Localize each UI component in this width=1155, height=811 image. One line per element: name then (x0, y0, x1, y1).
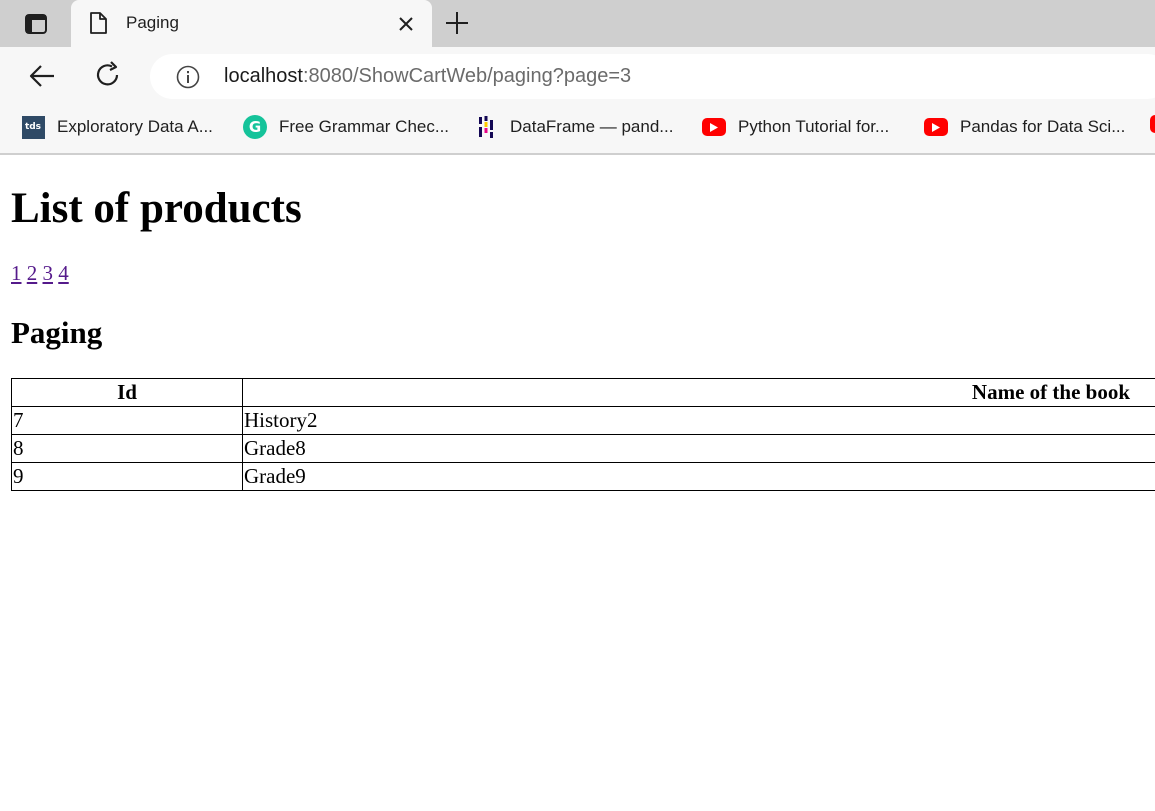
bookmark-python-tutorial[interactable]: Python Tutorial for... (702, 114, 889, 140)
cell-id: 7 (11, 406, 243, 435)
url-path: :8080/ShowCartWeb/paging?page=3 (302, 65, 632, 87)
bookmark-dataframe[interactable]: DataFrame — pand... (474, 114, 673, 140)
page-link-2[interactable]: 2 (27, 261, 38, 285)
back-arrow-icon[interactable] (28, 63, 56, 89)
cell-name: Grade8 (242, 434, 1155, 463)
tab-title: Paging (126, 13, 179, 32)
url-host: localhost (224, 65, 303, 87)
cell-id: 9 (11, 462, 243, 491)
close-icon[interactable] (396, 14, 416, 34)
page-icon (89, 12, 107, 34)
bookmark-label: Free Grammar Chec... (279, 117, 450, 136)
table-header-row: Id Name of the book (11, 378, 1155, 407)
youtube-icon (924, 115, 948, 139)
table-row: 8 Grade8 (11, 434, 1155, 463)
page-title: List of products (11, 185, 302, 232)
bookmark-exploratory-data[interactable]: tds Exploratory Data A... (21, 114, 213, 140)
page-link-1[interactable]: 1 (11, 261, 22, 285)
page-link-3[interactable]: 3 (43, 261, 54, 285)
cell-name: Grade9 (242, 462, 1155, 491)
column-header-id: Id (11, 378, 243, 407)
bookmark-pandas-data-science[interactable]: Pandas for Data Sci... (924, 114, 1125, 140)
tds-icon: tds (21, 115, 45, 139)
tab-actions-icon[interactable] (12, 9, 60, 39)
info-icon[interactable] (176, 65, 200, 89)
bookmark-label: Pandas for Data Sci... (960, 117, 1126, 136)
table-row: 9 Grade9 (11, 462, 1155, 491)
youtube-icon[interactable] (1150, 115, 1155, 133)
bookmarks-bar: tds Exploratory Data A... G Free Grammar… (0, 105, 1155, 155)
pandas-icon (474, 115, 498, 139)
reload-icon[interactable] (94, 61, 122, 89)
cell-name: History2 (242, 406, 1155, 435)
address-bar[interactable]: localhost:8080/ShowCartWeb/paging?page=3 (150, 54, 1155, 99)
page-content: List of products 1 2 3 4 Paging Id Name … (0, 155, 1155, 811)
pagination: 1 2 3 4 (11, 261, 69, 286)
table-row: 7 History2 (11, 406, 1155, 435)
section-title: Paging (11, 315, 103, 350)
cell-id: 8 (11, 434, 243, 463)
bookmark-grammar-checker[interactable]: G Free Grammar Chec... (243, 114, 449, 140)
page-link-4[interactable]: 4 (58, 261, 69, 285)
url-text[interactable]: localhost:8080/ShowCartWeb/paging?page=3 (224, 65, 631, 88)
bookmark-label: Python Tutorial for... (738, 117, 890, 136)
grammarly-icon: G (243, 115, 267, 139)
column-header-name: Name of the book (242, 378, 1155, 407)
bookmark-label: DataFrame — pand... (510, 117, 674, 136)
products-table: Id Name of the book 7 History2 8 Grade8 … (11, 378, 1155, 491)
tab-strip: Paging (0, 0, 1155, 47)
youtube-icon (702, 115, 726, 139)
new-tab-icon[interactable] (444, 10, 470, 36)
tab-paging[interactable]: Paging (71, 0, 432, 47)
browser-toolbar: localhost:8080/ShowCartWeb/paging?page=3 (0, 47, 1155, 105)
bookmark-label: Exploratory Data A... (57, 117, 213, 136)
